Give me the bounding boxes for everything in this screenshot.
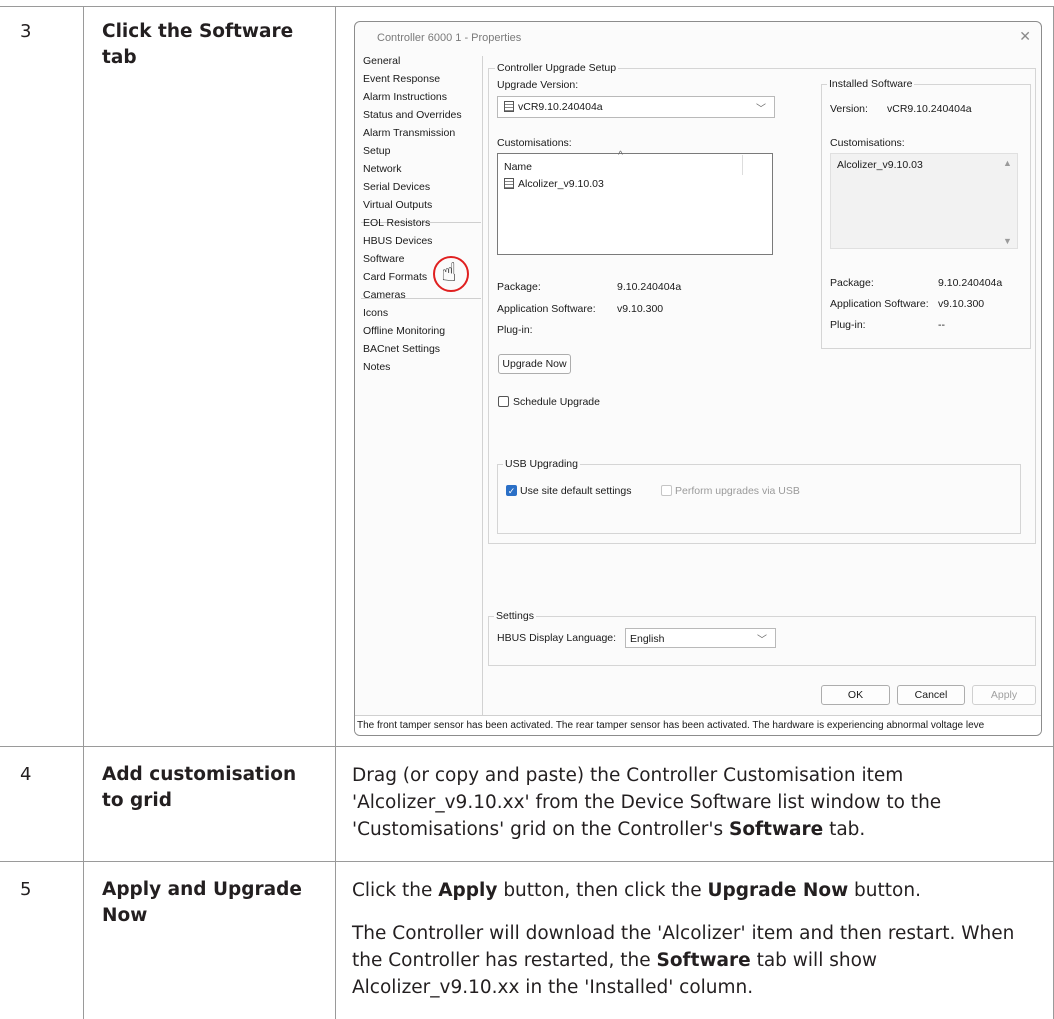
- cancel-button[interactable]: Cancel: [897, 685, 965, 705]
- installed-customisations-label: Customisations:: [830, 137, 905, 149]
- apply-button[interactable]: Apply: [972, 685, 1036, 705]
- nav-item-cameras[interactable]: Cameras: [363, 289, 406, 301]
- nav-item-virtual-outputs[interactable]: Virtual Outputs: [363, 199, 432, 211]
- step-number: 5: [20, 879, 32, 900]
- nav-item-card-formats[interactable]: Card Formats: [363, 271, 427, 283]
- nav-item-network[interactable]: Network: [363, 163, 402, 175]
- nav-item-eol-resistors[interactable]: EOL Resistors: [363, 217, 430, 229]
- perform-usb-label: Perform upgrades via USB: [675, 485, 800, 497]
- dialog-title: Controller 6000 1 - Properties: [377, 32, 522, 44]
- hbus-language-label: HBUS Display Language:: [497, 632, 617, 644]
- package-label: Package:: [497, 281, 541, 293]
- nav-item-alarm-transmission[interactable]: Alarm Transmission: [363, 127, 455, 139]
- ok-button[interactable]: OK: [821, 685, 890, 705]
- close-icon[interactable]: ✕: [1019, 28, 1031, 45]
- app-software-value: v9.10.300: [617, 303, 664, 315]
- table-column-divider: [83, 6, 84, 1019]
- nav-item-general[interactable]: General: [363, 55, 400, 67]
- bold-text: Software: [729, 819, 824, 840]
- app-software-label: Application Software:: [497, 303, 596, 315]
- customisations-grid[interactable]: Name ^ Alcolizer_v9.10.03: [497, 149, 773, 255]
- customisations-label: Customisations:: [497, 137, 572, 149]
- plugin-label: Plug-in:: [497, 324, 533, 336]
- table-row-divider: [0, 746, 1054, 747]
- installed-plugin-value: --: [938, 319, 945, 331]
- nav-item-alarm-instructions[interactable]: Alarm Instructions: [363, 91, 447, 103]
- group-label: Controller Upgrade Setup: [495, 62, 619, 74]
- upgrade-now-button[interactable]: Upgrade Now: [498, 354, 571, 374]
- table-row-divider: [0, 861, 1054, 862]
- nav-item-event-response[interactable]: Event Response: [363, 73, 440, 85]
- step-description: Click the Apply button, then click the U…: [352, 877, 1042, 1001]
- step-description: Drag (or copy and paste) the Controller …: [352, 762, 1042, 843]
- scroll-up-icon[interactable]: ▲: [1003, 158, 1012, 168]
- upgrade-version-label: Upgrade Version:: [497, 79, 579, 91]
- installed-app-software-value: v9.10.300: [938, 298, 985, 310]
- installed-app-software-label: Application Software:: [830, 298, 929, 310]
- chevron-down-icon: ﹀: [756, 104, 766, 115]
- package-value: 9.10.240404a: [617, 281, 682, 293]
- group-label: Settings: [494, 610, 536, 622]
- nav-item-bacnet-settings[interactable]: BACnet Settings: [363, 343, 440, 355]
- text-run: button.: [848, 880, 921, 901]
- group-label: USB Upgrading: [503, 458, 580, 470]
- properties-dialog: Controller 6000 1 - Properties ✕ General…: [354, 21, 1042, 736]
- nav-item-icons[interactable]: Icons: [363, 307, 388, 319]
- text-run: tab.: [823, 819, 866, 840]
- chevron-down-icon: ﹀: [757, 635, 767, 646]
- use-site-default-checkbox[interactable]: ✓: [506, 485, 517, 496]
- upgrade-version-select[interactable]: vCR9.10.240404a ﹀: [497, 96, 775, 118]
- text-run: Click the: [352, 880, 439, 901]
- properties-nav: General Event Response Alarm Instructions S…: [361, 55, 483, 716]
- hand-cursor-icon: ☝: [441, 258, 457, 288]
- schedule-upgrade-label: Schedule Upgrade: [513, 396, 600, 408]
- nav-item-software[interactable]: Software: [363, 253, 404, 265]
- usb-upgrading-group: [497, 464, 1021, 534]
- table-top-border: [0, 6, 1054, 7]
- list-item[interactable]: Alcolizer_v9.10.03: [504, 178, 604, 190]
- nav-item-serial-devices[interactable]: Serial Devices: [363, 181, 430, 193]
- hbus-language-select[interactable]: English ﹀: [625, 628, 776, 648]
- column-header-name[interactable]: Name: [504, 161, 532, 173]
- nav-item-hbus-devices[interactable]: HBUS Devices: [363, 235, 432, 247]
- step-title: Click the Software tab: [102, 21, 294, 68]
- nav-item-offline-monitoring[interactable]: Offline Monitoring: [363, 325, 445, 337]
- step-number: 3: [20, 21, 32, 42]
- perform-usb-checkbox[interactable]: [661, 485, 672, 496]
- step-number: 4: [20, 764, 32, 785]
- software-icon: [504, 101, 514, 112]
- status-bar: The front tamper sensor has been activat…: [355, 715, 1041, 735]
- nav-item-setup[interactable]: Setup: [363, 145, 390, 157]
- scroll-down-icon[interactable]: ▼: [1003, 236, 1012, 246]
- step-title: Apply and Upgrade Now: [102, 879, 302, 926]
- sort-caret-icon: ^: [618, 149, 623, 161]
- software-icon: [504, 178, 514, 189]
- nav-item-notes[interactable]: Notes: [363, 361, 390, 373]
- bold-text: Software: [656, 950, 751, 971]
- installed-version-value: vCR9.10.240404a: [887, 103, 972, 115]
- text-run: button, then click the: [497, 880, 708, 901]
- bold-text: Upgrade Now: [707, 880, 849, 901]
- group-label: Installed Software: [827, 78, 915, 90]
- list-item: Alcolizer_v9.10.03: [837, 159, 923, 171]
- step-title: Add customisation to grid: [102, 764, 297, 811]
- schedule-upgrade-checkbox[interactable]: [498, 396, 509, 407]
- installed-customisations-list: Alcolizer_v9.10.03 ▲ ▼: [830, 153, 1018, 249]
- installed-package-label: Package:: [830, 277, 874, 289]
- column-divider: [742, 155, 743, 175]
- nav-item-status-and-overrides[interactable]: Status and Overrides: [363, 109, 462, 121]
- table-column-divider: [335, 6, 336, 1019]
- installed-package-value: 9.10.240404a: [938, 277, 1003, 289]
- bold-text: Apply: [438, 880, 498, 901]
- installed-version-label: Version:: [830, 103, 868, 115]
- use-site-default-label: Use site default settings: [520, 485, 632, 497]
- installed-plugin-label: Plug-in:: [830, 319, 866, 331]
